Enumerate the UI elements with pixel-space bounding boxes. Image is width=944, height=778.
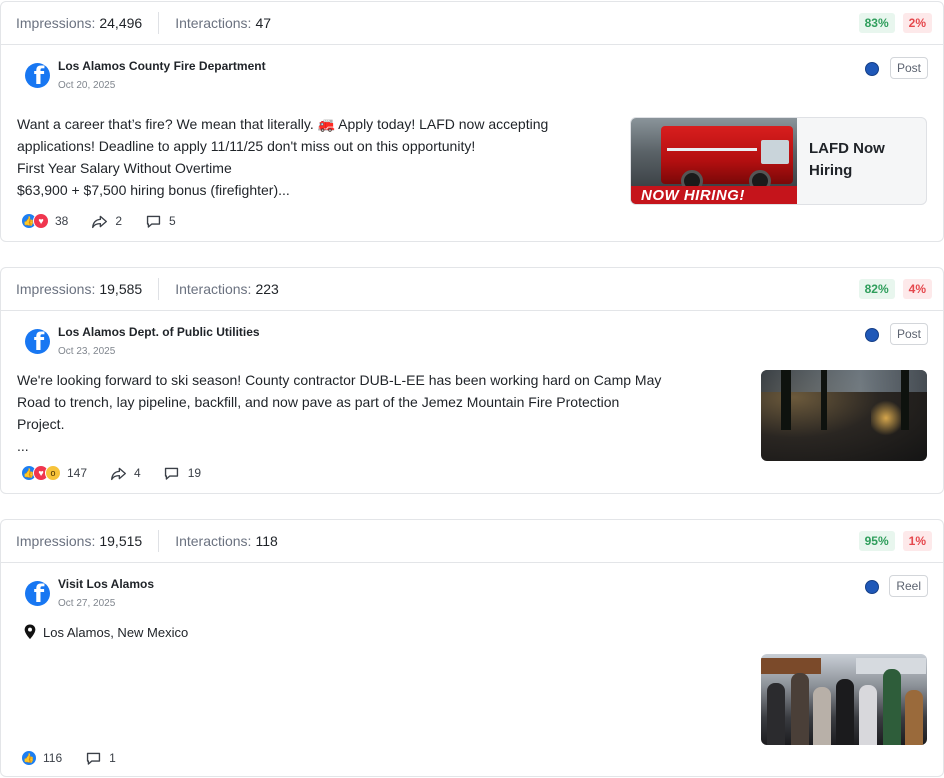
post-text-line: Road to trench, lay pipeline, backfill, … (17, 394, 620, 410)
facebook-icon: f (25, 581, 50, 606)
page-name[interactable]: Los Alamos County Fire Department (58, 59, 266, 73)
share-icon[interactable] (90, 212, 108, 230)
status-dot-icon (865, 580, 879, 594)
post-card: Impressions: 19,515 Interactions: 118 95… (0, 519, 944, 777)
metrics-bar: Impressions: 24,496 Interactions: 47 83%… (1, 2, 943, 45)
post-text-line: Want a career that’s fire? We mean that … (17, 116, 549, 132)
like-reaction-icon: 👍 (21, 750, 37, 766)
page-name[interactable]: Los Alamos Dept. of Public Utilities (58, 325, 260, 339)
link-preview-title-line: Hiring (809, 162, 853, 179)
fire-truck-graphic (661, 126, 793, 184)
impressions-label: Impressions: (16, 281, 96, 297)
interactions-value: 47 (255, 15, 272, 31)
comments-count: 19 (187, 466, 202, 480)
post-text-line: applications! Deadline to apply 11/11/25… (17, 138, 476, 154)
share-icon[interactable] (109, 464, 127, 482)
hiring-banner-text: NOW HIRING! (641, 187, 745, 204)
impressions-value: 24,496 (99, 15, 143, 31)
positive-sentiment-badge: 82% (858, 279, 895, 299)
impressions-value: 19,515 (99, 533, 143, 549)
negative-sentiment-badge: 4% (902, 279, 932, 299)
post-date: Oct 20, 2025 (58, 80, 116, 91)
post-header: f Los Alamos County Fire Department Oct … (1, 45, 943, 95)
interactions-metric: Interactions: 47 (175, 2, 271, 44)
post-text-line: First Year Salary Without Overtime (17, 160, 232, 176)
comments-count: 1 (109, 751, 116, 765)
comment-icon[interactable] (163, 464, 181, 482)
status-dot-icon (865, 62, 879, 76)
love-reaction-icon: ♥ (33, 213, 49, 229)
reactions-icons: 👍 ♥ o (21, 465, 61, 481)
metric-divider (158, 278, 160, 300)
metrics-bar: Impressions: 19,585 Interactions: 223 82… (1, 268, 943, 311)
post-image[interactable] (761, 370, 927, 461)
reel-thumbnail[interactable] (761, 654, 927, 745)
post-type-badge: Post (889, 57, 928, 79)
positive-sentiment-badge: 83% (858, 13, 895, 33)
reactions-icons: 👍 (21, 750, 37, 766)
post-location: Los Alamos, New Mexico (23, 624, 188, 640)
impressions-label: Impressions: (16, 533, 96, 549)
comment-icon[interactable] (84, 749, 102, 767)
facebook-icon: f (25, 63, 50, 88)
impressions-metric: Impressions: 19,515 (16, 520, 142, 562)
reactions-count: 116 (43, 751, 63, 765)
location-pin-icon (24, 624, 36, 640)
interactions-metric: Interactions: 223 (175, 268, 279, 310)
post-text-line: $63,900 + $7,500 hiring bonus (firefight… (17, 182, 290, 198)
impressions-label: Impressions: (16, 15, 96, 31)
interactions-value: 223 (255, 281, 279, 297)
location-text: Los Alamos, New Mexico (43, 624, 189, 640)
status-dot-icon (865, 328, 879, 342)
reactions-count: 147 (67, 466, 88, 480)
wow-reaction-icon: o (45, 465, 61, 481)
post-date: Oct 27, 2025 (58, 598, 116, 609)
post-card: Impressions: 19,585 Interactions: 223 82… (0, 267, 944, 494)
shares-count: 4 (134, 466, 141, 480)
post-type-badge: Reel (889, 575, 928, 597)
negative-sentiment-badge: 1% (902, 531, 932, 551)
post-text-line: Project. (17, 416, 65, 432)
comment-icon[interactable] (144, 212, 162, 230)
post-text-line: ... (17, 438, 29, 454)
reactions-icons: 👍 ♥ (21, 213, 49, 229)
impressions-metric: Impressions: 24,496 (16, 2, 142, 44)
link-preview-image: NOW HIRING! (631, 118, 797, 204)
interactions-label: Interactions: (175, 533, 252, 549)
link-preview-card[interactable]: NOW HIRING! LAFD Now Hiring (630, 117, 927, 205)
page-name[interactable]: Visit Los Alamos (58, 577, 154, 591)
post-card: Impressions: 24,496 Interactions: 47 83%… (0, 1, 944, 242)
sentiment-badges: 95% 1% (858, 531, 932, 551)
post-header: f Los Alamos Dept. of Public Utilities O… (1, 311, 943, 361)
metrics-bar: Impressions: 19,515 Interactions: 118 95… (1, 520, 943, 563)
positive-sentiment-badge: 95% (858, 531, 895, 551)
interactions-value: 118 (255, 533, 278, 549)
sentiment-badges: 82% 4% (858, 279, 932, 299)
post-type-badge: Post (889, 323, 928, 345)
link-preview-title: LAFD Now Hiring (797, 118, 897, 204)
interactions-label: Interactions: (175, 15, 252, 31)
post-text: We're looking forward to ski season! Cou… (17, 369, 661, 457)
engagement-row: 👍 ♥ 38 2 5 (21, 212, 198, 230)
impressions-metric: Impressions: 19,585 (16, 268, 142, 310)
engagement-row: 👍 116 1 (21, 749, 138, 767)
comments-count: 5 (169, 214, 176, 228)
shares-count: 2 (115, 214, 123, 228)
interactions-label: Interactions: (175, 281, 252, 297)
facebook-icon: f (25, 329, 50, 354)
metric-divider (158, 12, 160, 34)
post-text-line: We're looking forward to ski season! Cou… (17, 372, 662, 388)
post-date: Oct 23, 2025 (58, 346, 116, 357)
engagement-row: 👍 ♥ o 147 4 19 (21, 464, 223, 482)
post-header: f Visit Los Alamos Oct 27, 2025 Reel (1, 563, 943, 613)
link-preview-title-line: LAFD Now (809, 140, 885, 157)
interactions-metric: Interactions: 118 (175, 520, 278, 562)
reactions-count: 38 (55, 214, 69, 228)
metric-divider (158, 530, 160, 552)
impressions-value: 19,585 (99, 281, 143, 297)
sentiment-badges: 83% 2% (858, 13, 932, 33)
post-text: Want a career that’s fire? We mean that … (17, 113, 548, 201)
negative-sentiment-badge: 2% (902, 13, 932, 33)
